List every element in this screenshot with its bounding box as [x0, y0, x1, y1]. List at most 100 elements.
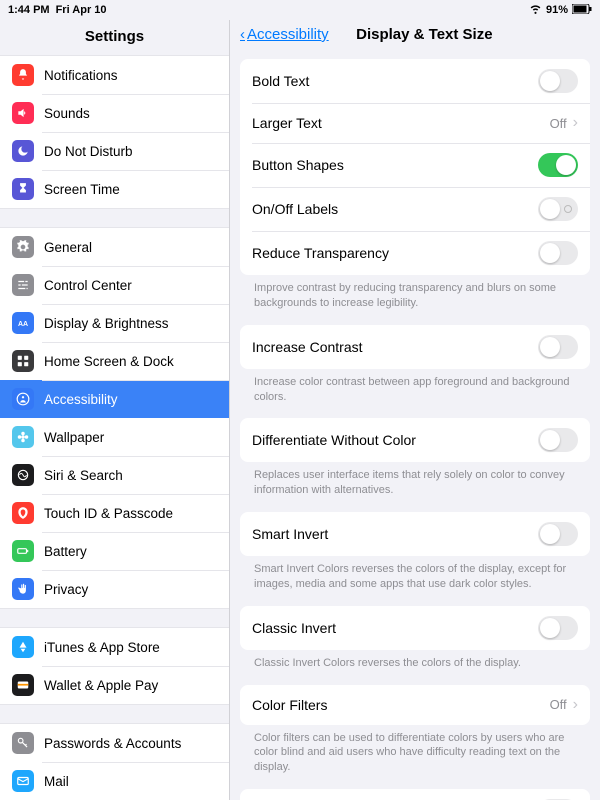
sidebar-item-label: Control Center: [44, 278, 132, 293]
svg-text:AA: AA: [18, 321, 28, 328]
switch-smart-invert[interactable]: [538, 522, 578, 546]
switch-onoff-labels[interactable]: [538, 197, 578, 221]
battery-percent: 91%: [546, 4, 568, 16]
sidebar-item-display[interactable]: AA Display & Brightness: [0, 304, 229, 342]
sidebar-item-label: Siri & Search: [44, 468, 123, 483]
sidebar-item-screentime[interactable]: Screen Time: [0, 170, 229, 208]
row-value: Off: [550, 697, 567, 712]
switch-differentiate[interactable]: [538, 428, 578, 452]
footer-differentiate: Replaces user interface items that rely …: [240, 462, 590, 512]
homescreen-icon: [12, 350, 34, 372]
wallet-icon: [12, 674, 34, 696]
row-value: Off: [550, 116, 567, 131]
passwords-icon: [12, 732, 34, 754]
row-label: Smart Invert: [252, 526, 328, 542]
notifications-icon: [12, 64, 34, 86]
row-label: Differentiate Without Color: [252, 432, 416, 448]
row-label: Button Shapes: [252, 157, 344, 173]
switch-classic-invert[interactable]: [538, 616, 578, 640]
row-increase-contrast[interactable]: Increase Contrast: [240, 325, 590, 369]
dnd-icon: [12, 140, 34, 162]
sidebar-item-label: Do Not Disturb: [44, 144, 133, 159]
chevron-left-icon: ‹: [240, 26, 245, 43]
sidebar-item-accessibility[interactable]: Accessibility: [0, 380, 229, 418]
row-classic-invert[interactable]: Classic Invert: [240, 606, 590, 650]
sidebar-item-battery[interactable]: Battery: [0, 532, 229, 570]
sidebar-item-label: Privacy: [44, 582, 88, 597]
row-button-shapes[interactable]: Button Shapes: [240, 143, 590, 187]
sidebar-item-label: Passwords & Accounts: [44, 736, 181, 751]
row-label: Larger Text: [252, 115, 322, 131]
display-icon: AA: [12, 312, 34, 334]
detail-pane: ‹ Accessibility Display & Text Size Bold…: [230, 20, 600, 800]
sidebar-item-label: Accessibility: [44, 392, 118, 407]
sidebar-item-label: Sounds: [44, 106, 90, 121]
row-differentiate[interactable]: Differentiate Without Color: [240, 418, 590, 462]
battery-icon: [12, 540, 34, 562]
row-smart-invert[interactable]: Smart Invert: [240, 512, 590, 556]
sidebar-item-mail[interactable]: Mail: [0, 762, 229, 800]
sidebar-title: Settings: [0, 20, 229, 55]
row-label: Increase Contrast: [252, 339, 363, 355]
general-icon: [12, 236, 34, 258]
switch-increase-contrast[interactable]: [538, 335, 578, 359]
sidebar-item-dnd[interactable]: Do Not Disturb: [0, 132, 229, 170]
sidebar-item-itunes[interactable]: iTunes & App Store: [0, 628, 229, 666]
sidebar-item-homescreen[interactable]: Home Screen & Dock: [0, 342, 229, 380]
sidebar-item-general[interactable]: General: [0, 228, 229, 266]
switch-button-shapes[interactable]: [538, 153, 578, 177]
sidebar-item-label: Screen Time: [44, 182, 120, 197]
row-label: Bold Text: [252, 73, 309, 89]
sidebar-item-passwords[interactable]: Passwords & Accounts: [0, 724, 229, 762]
status-time: 1:44 PM: [8, 4, 50, 16]
wifi-icon: [529, 2, 542, 18]
itunes-icon: [12, 636, 34, 658]
sidebar-item-siri[interactable]: Siri & Search: [0, 456, 229, 494]
page-title: Display & Text Size: [259, 26, 590, 43]
sidebar-item-label: iTunes & App Store: [44, 640, 160, 655]
sidebar-item-privacy[interactable]: Privacy: [0, 570, 229, 608]
sidebar-item-label: Home Screen & Dock: [44, 354, 174, 369]
footer-color-filters: Color filters can be used to differentia…: [240, 725, 590, 790]
sidebar-item-notifications[interactable]: Notifications: [0, 56, 229, 94]
chevron-right-icon: ›: [573, 696, 578, 714]
sidebar-item-label: Mail: [44, 774, 69, 789]
row-onoff-labels[interactable]: On/Off Labels: [240, 187, 590, 231]
status-date: Fri Apr 10: [56, 4, 107, 16]
privacy-icon: [12, 578, 34, 600]
settings-sidebar: Settings Notifications Sounds Do Not Distu…: [0, 20, 230, 800]
sidebar-item-label: Wallet & Apple Pay: [44, 678, 158, 693]
sidebar-item-wallet[interactable]: Wallet & Apple Pay: [0, 666, 229, 704]
sidebar-item-sounds[interactable]: Sounds: [0, 94, 229, 132]
footer-smart-invert: Smart Invert Colors reverses the colors …: [240, 556, 590, 606]
screentime-icon: [12, 178, 34, 200]
row-label: Color Filters: [252, 697, 327, 713]
footer-transparency: Improve contrast by reducing transparenc…: [240, 275, 590, 325]
row-larger-text[interactable]: Larger Text Off ›: [240, 103, 590, 143]
touchid-icon: [12, 502, 34, 524]
row-label: Reduce Transparency: [252, 245, 389, 261]
row-reduce-transparency[interactable]: Reduce Transparency: [240, 231, 590, 275]
mail-icon: [12, 770, 34, 792]
sidebar-item-controlcenter[interactable]: Control Center: [0, 266, 229, 304]
row-reduce-white-point[interactable]: Reduce White Point: [240, 789, 590, 800]
row-label: Classic Invert: [252, 620, 336, 636]
sidebar-item-label: Wallpaper: [44, 430, 104, 445]
sidebar-item-label: Battery: [44, 544, 87, 559]
switch-reduce-transparency[interactable]: [538, 241, 578, 265]
row-color-filters[interactable]: Color Filters Off ›: [240, 685, 590, 725]
sounds-icon: [12, 102, 34, 124]
sidebar-item-label: General: [44, 240, 92, 255]
footer-classic-invert: Classic Invert Colors reverses the color…: [240, 650, 590, 685]
footer-contrast: Increase color contrast between app fore…: [240, 369, 590, 419]
sidebar-item-touchid[interactable]: Touch ID & Passcode: [0, 494, 229, 532]
controlcenter-icon: [12, 274, 34, 296]
row-bold-text[interactable]: Bold Text: [240, 59, 590, 103]
switch-bold-text[interactable]: [538, 69, 578, 93]
sidebar-item-label: Display & Brightness: [44, 316, 169, 331]
sidebar-item-label: Notifications: [44, 68, 118, 83]
sidebar-item-wallpaper[interactable]: Wallpaper: [0, 418, 229, 456]
status-bar: 1:44 PM Fri Apr 10 91%: [0, 0, 600, 20]
chevron-right-icon: ›: [573, 114, 578, 132]
accessibility-icon: [12, 388, 34, 410]
